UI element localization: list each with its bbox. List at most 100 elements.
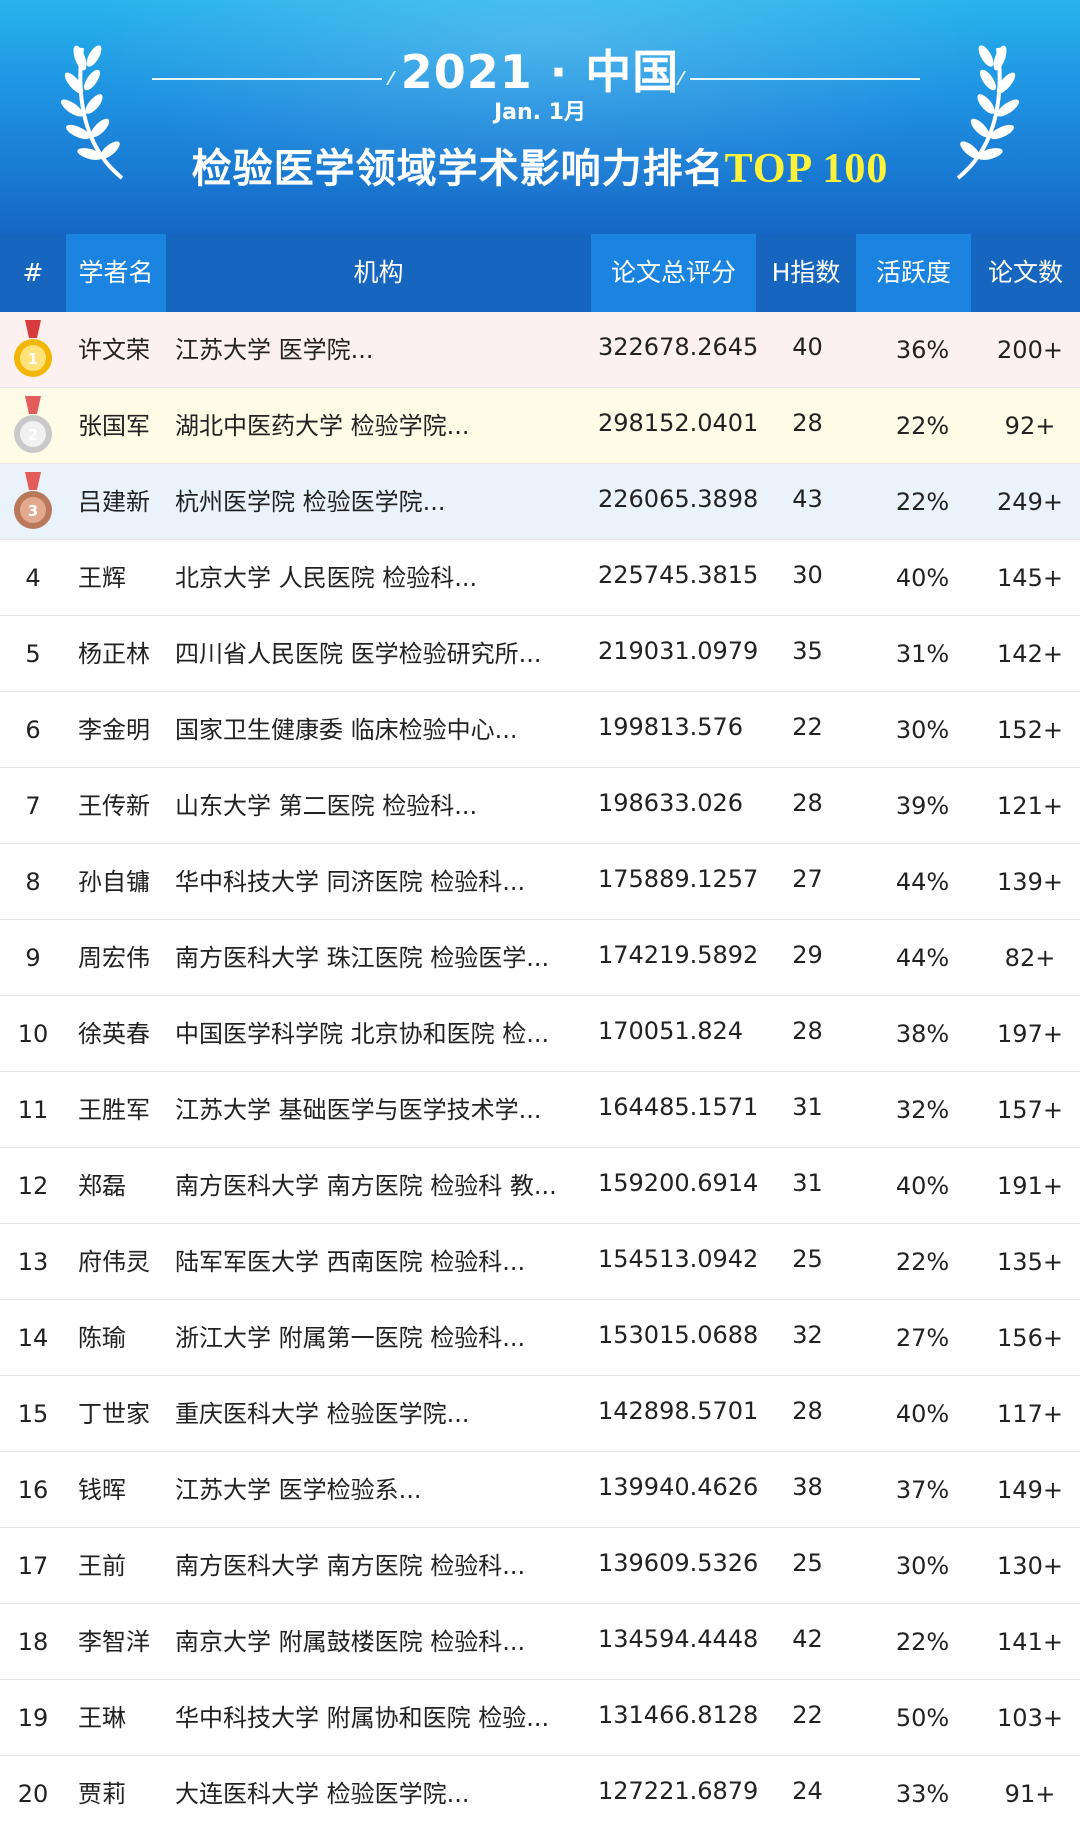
table-row[interactable]: 6 李金明 国家卫生健康委 临床检验中心... 199813.576 22 30% 152+ — [0, 692, 1080, 768]
h-index-cell: 28 — [792, 409, 823, 437]
rank-cell: 20 — [17, 1780, 49, 1808]
h-index-cell: 40 — [792, 333, 823, 361]
h-index-cell: 22 — [792, 713, 823, 741]
table-row[interactable]: 19 王琳 华中科技大学 附属协和医院 检验... 131466.8128 22 50% 1… — [0, 1680, 1080, 1756]
activity-cell: 40% — [895, 1400, 950, 1428]
name-cell: 王琳 — [78, 1704, 126, 1732]
rank-cell: 15 — [17, 1400, 49, 1428]
institution-cell: 江苏大学 医学院... — [175, 336, 374, 364]
name-cell: 府伟灵 — [78, 1248, 150, 1276]
score-cell: 153015.0688 — [598, 1321, 758, 1349]
table-row[interactable]: 15 丁世家 重庆医科大学 检验医学院... 142898.5701 28 40% 117+ — [0, 1376, 1080, 1452]
rank-cell: 6 — [25, 716, 41, 744]
table-row[interactable]: 8 孙自镛 华中科技大学 同济医院 检验科... 175889.1257 27 44% 13… — [0, 844, 1080, 920]
papers-cell: 139+ — [997, 868, 1063, 896]
score-cell: 175889.1257 — [598, 865, 758, 893]
papers-cell: 82+ — [1004, 944, 1056, 972]
column-header-institution[interactable]: 机构 — [166, 234, 591, 312]
institution-cell: 杭州医学院 检验医学院... — [175, 488, 446, 516]
name-cell: 孙自镛 — [78, 868, 150, 896]
rank-cell: 9 — [25, 944, 41, 972]
institution-cell: 南方医科大学 南方医院 检验科... — [175, 1552, 526, 1580]
rank-cell: 10 — [17, 1020, 49, 1048]
rank-cell: 18 — [17, 1628, 49, 1656]
activity-cell: 50% — [895, 1704, 950, 1732]
activity-cell: 40% — [895, 1172, 950, 1200]
score-cell: 139940.4626 — [598, 1473, 758, 1501]
h-index-cell: 31 — [792, 1169, 823, 1197]
table-row[interactable]: 11 王胜军 江苏大学 基础医学与医学技术学... 164485.1571 31 32% 1… — [0, 1072, 1080, 1148]
name-cell: 王前 — [78, 1552, 126, 1580]
table-row[interactable]: 12 郑磊 南方医科大学 南方医院 检验科 教... 159200.6914 31 40%… — [0, 1148, 1080, 1224]
h-index-cell: 22 — [792, 1701, 823, 1729]
institution-cell: 山东大学 第二医院 检验科... — [175, 792, 478, 820]
table-row[interactable]: 14 陈瑜 浙江大学 附属第一医院 检验科... 153015.0688 32 27% 15… — [0, 1300, 1080, 1376]
name-cell: 徐英春 — [78, 1020, 150, 1048]
activity-cell: 30% — [895, 1552, 950, 1580]
score-cell: 298152.0401 — [598, 409, 758, 437]
papers-cell: 103+ — [997, 1704, 1063, 1732]
institution-cell: 华中科技大学 附属协和医院 检验... — [175, 1704, 550, 1732]
institution-cell: 大连医科大学 检验医学院... — [175, 1780, 470, 1808]
papers-cell: 117+ — [997, 1400, 1063, 1428]
table-row[interactable]: 16 钱晖 江苏大学 医学检验系... 139940.4626 38 37% 149+ — [0, 1452, 1080, 1528]
silver-medal-icon: 2 — [14, 396, 52, 453]
activity-cell: 30% — [895, 716, 950, 744]
column-header-activity[interactable]: 活跃度 — [856, 234, 971, 312]
rank-cell: 3 — [0, 464, 66, 540]
column-header-h-index[interactable]: H指数 — [756, 234, 856, 312]
institution-cell: 江苏大学 医学检验系... — [175, 1476, 422, 1504]
score-cell: 131466.8128 — [598, 1701, 758, 1729]
rank-cell: 5 — [25, 640, 41, 668]
h-index-cell: 24 — [792, 1777, 823, 1805]
activity-cell: 37% — [895, 1476, 950, 1504]
papers-cell: 200+ — [997, 336, 1063, 364]
institution-cell: 南方医科大学 南方医院 检验科 教... — [175, 1172, 557, 1200]
column-header-score[interactable]: 论文总评分 — [591, 234, 756, 312]
rank-cell: 17 — [17, 1552, 49, 1580]
score-cell: 322678.2645 — [598, 333, 758, 361]
h-index-cell: 25 — [792, 1549, 823, 1577]
score-cell: 159200.6914 — [598, 1169, 758, 1197]
papers-cell: 191+ — [997, 1172, 1063, 1200]
table-row[interactable]: 7 王传新 山东大学 第二医院 检验科... 198633.026 28 39% 121+ — [0, 768, 1080, 844]
column-header-papers[interactable]: 论文数 — [971, 234, 1080, 312]
papers-cell: 142+ — [997, 640, 1063, 668]
name-cell: 许文荣 — [78, 336, 150, 364]
table-row[interactable]: 18 李智洋 南京大学 附属鼓楼医院 检验科... 134594.4448 42 22% 1… — [0, 1604, 1080, 1680]
table-row[interactable]: 13 府伟灵 陆军军医大学 西南医院 检验科... 154513.0942 25 22% 1… — [0, 1224, 1080, 1300]
table-row[interactable]: 3 吕建新 杭州医学院 检验医学院... 226065.3898 43 22% 249+ — [0, 464, 1080, 540]
column-header-rank[interactable]: # — [0, 234, 66, 312]
table-row[interactable]: 17 王前 南方医科大学 南方医院 检验科... 139609.5326 25 30% 13… — [0, 1528, 1080, 1604]
institution-cell: 重庆医科大学 检验医学院... — [175, 1400, 470, 1428]
medal-rank-label: 2 — [28, 426, 38, 444]
papers-cell: 197+ — [997, 1020, 1063, 1048]
table-row[interactable]: 1 许文荣 江苏大学 医学院... 322678.2645 40 36% 200+ — [0, 312, 1080, 388]
institution-cell: 国家卫生健康委 临床检验中心... — [175, 716, 518, 744]
activity-cell: 22% — [895, 488, 950, 516]
table-row[interactable]: 2 张国军 湖北中医药大学 检验学院... 298152.0401 28 22% 92+ — [0, 388, 1080, 464]
table-row[interactable]: 4 王辉 北京大学 人民医院 检验科... 225745.3815 30 40% 145+ — [0, 540, 1080, 616]
score-cell: 199813.576 — [598, 713, 744, 741]
h-index-cell: 43 — [792, 485, 823, 513]
table-row[interactable]: 10 徐英春 中国医学科学院 北京协和医院 检... 170051.824 28 38% 1… — [0, 996, 1080, 1072]
activity-cell: 39% — [895, 792, 950, 820]
h-index-cell: 28 — [792, 1397, 823, 1425]
name-cell: 钱晖 — [78, 1476, 126, 1504]
institution-cell: 四川省人民医院 医学检验研究所... — [175, 640, 542, 668]
table-row[interactable]: 5 杨正林 四川省人民医院 医学检验研究所... 219031.0979 35 31% 14… — [0, 616, 1080, 692]
table-row[interactable]: 20 贾莉 大连医科大学 检验医学院... 127221.6879 24 33% 91+ — [0, 1756, 1080, 1831]
rank-cell: 13 — [17, 1248, 49, 1276]
papers-cell: 92+ — [1004, 412, 1056, 440]
column-header-name[interactable]: 学者名 — [66, 234, 166, 312]
institution-cell: 南京大学 附属鼓楼医院 检验科... — [175, 1628, 526, 1656]
page-title-highlight: TOP 100 — [724, 146, 889, 192]
title-month: Jan. 1月 — [493, 100, 587, 125]
h-index-cell: 31 — [792, 1093, 823, 1121]
rank-cell: 12 — [17, 1172, 49, 1200]
name-cell: 王辉 — [78, 564, 126, 592]
table-row[interactable]: 9 周宏伟 南方医科大学 珠江医院 检验医学... 174219.5892 29 44% 8… — [0, 920, 1080, 996]
activity-cell: 31% — [895, 640, 950, 668]
page-title-text: 检验医学领域学术影响力排名 — [191, 146, 725, 192]
h-index-cell: 35 — [792, 637, 823, 665]
